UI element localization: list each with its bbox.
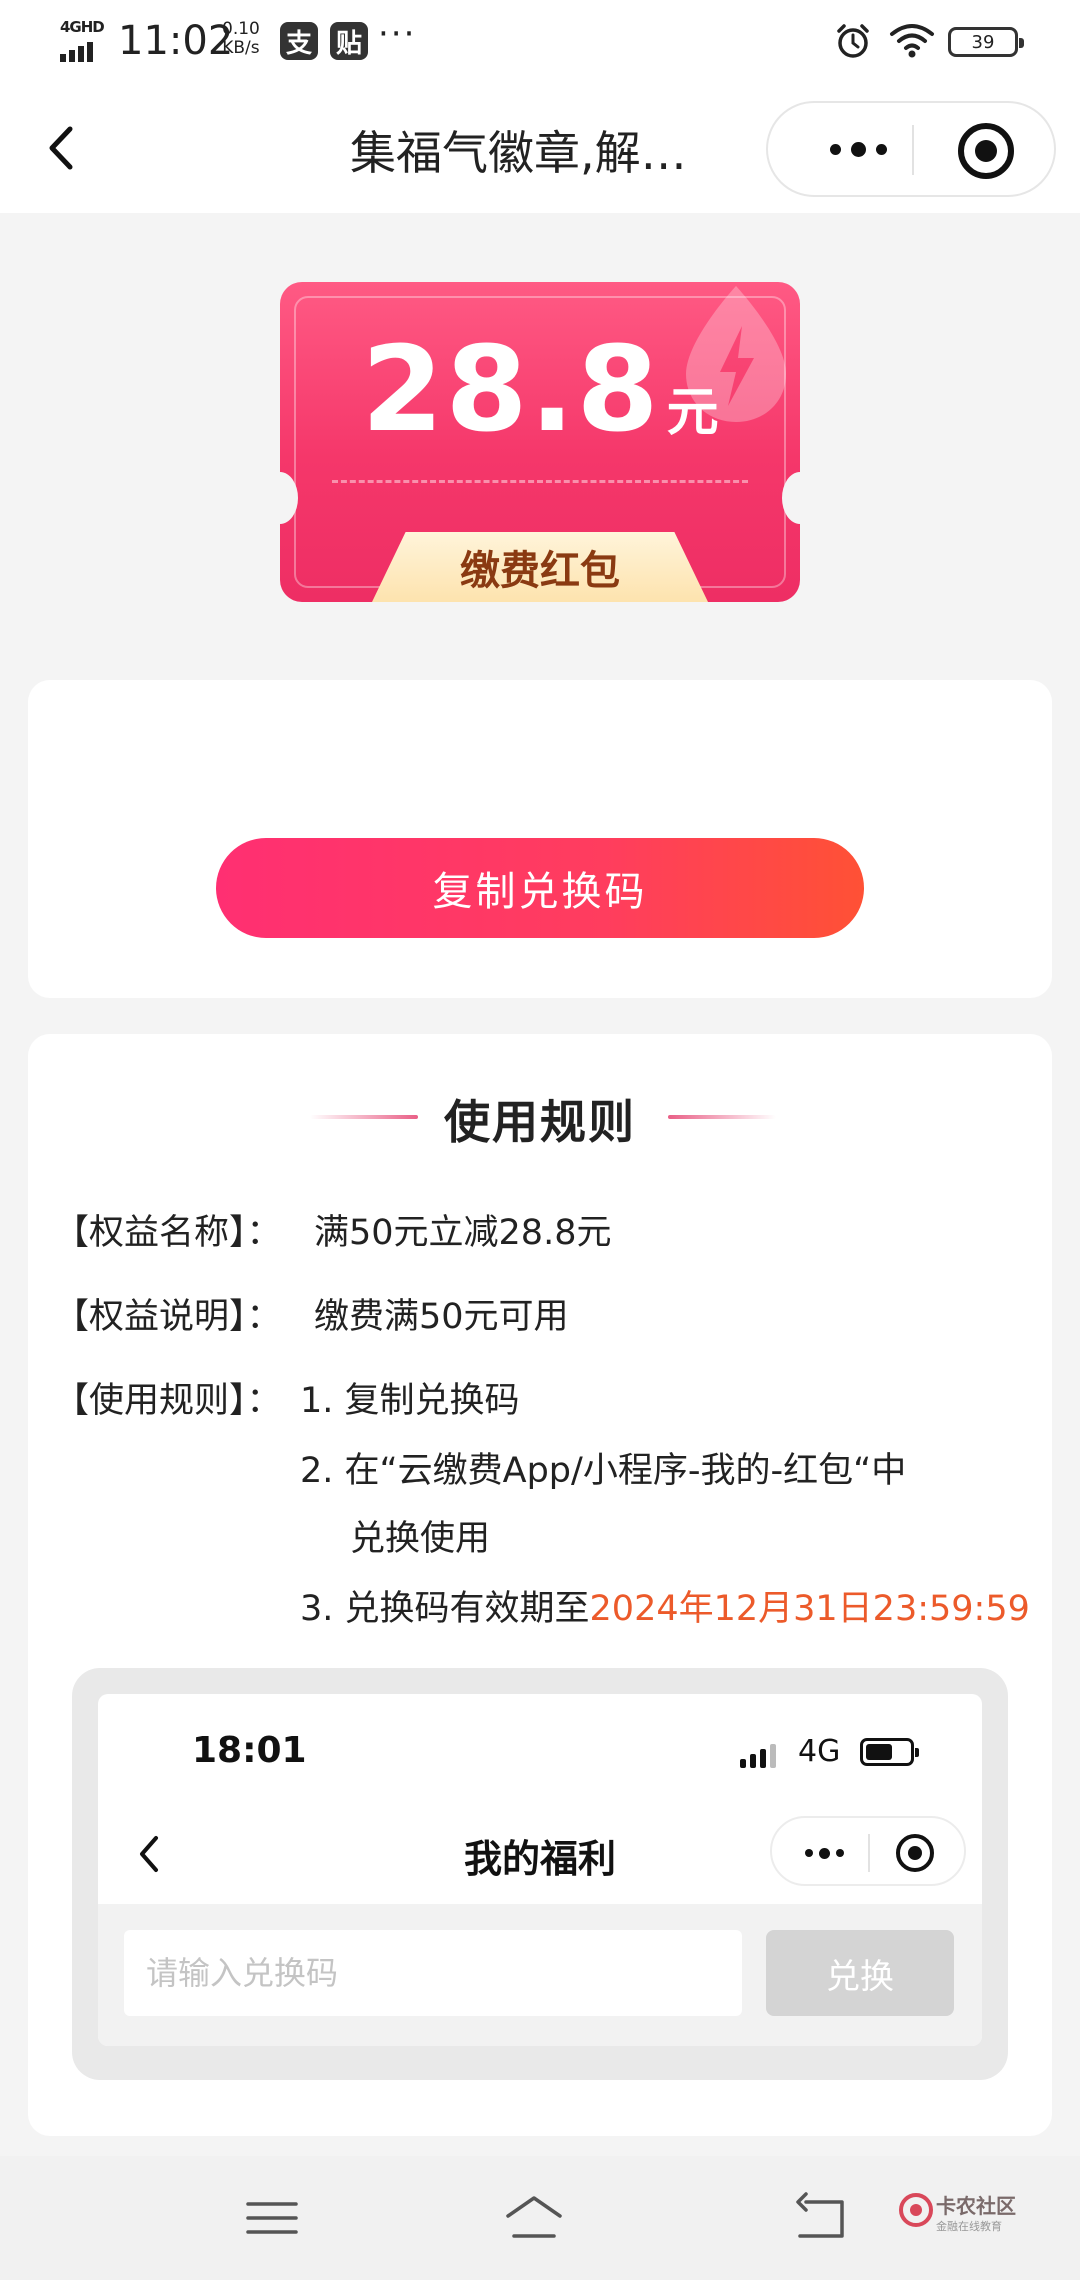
mini-program-capsule bbox=[766, 101, 1056, 197]
example-time: 18:01 bbox=[192, 1730, 307, 1771]
watermark: 卡农社区 金融在线教育 bbox=[898, 2186, 1048, 2256]
example-illustration: 18:01 4G 我的福利 兑换 bbox=[72, 1668, 1008, 2080]
rule-value: 满50元立减28.8元 bbox=[314, 1213, 612, 1253]
title-line-right bbox=[668, 1115, 776, 1119]
page-title: 集福气徽章,解… bbox=[350, 126, 687, 180]
battery-level: 39 bbox=[971, 31, 995, 53]
example-capsule-divider bbox=[868, 1834, 870, 1872]
close-target-icon[interactable] bbox=[958, 123, 1014, 179]
watermark-text: 卡农社区 bbox=[936, 2194, 1016, 2218]
speed-value: 0.10 bbox=[222, 19, 260, 39]
network-type: 4GHD bbox=[60, 18, 105, 36]
example-phone-screen: 18:01 4G 我的福利 兑换 bbox=[98, 1694, 982, 2046]
coupon-amount: 28.8 元 bbox=[280, 320, 800, 458]
example-battery-icon bbox=[860, 1738, 919, 1766]
example-close-icon bbox=[896, 1834, 934, 1872]
example-code-input bbox=[124, 1930, 742, 2016]
back-arrow-icon[interactable] bbox=[38, 115, 88, 181]
menu-icon[interactable] bbox=[242, 2190, 302, 2246]
signal-icon bbox=[60, 40, 93, 62]
alipay-notification-icon: 支 bbox=[280, 22, 318, 60]
rule-key: 【使用规则】： bbox=[54, 1381, 282, 1421]
capsule-divider bbox=[912, 125, 914, 175]
rules-header: 使用规则 bbox=[28, 1086, 1052, 1149]
wifi-icon bbox=[890, 24, 934, 58]
watermark-subtext: 金融在线教育 bbox=[936, 2220, 1002, 2233]
coupon-label: 缴费红包 bbox=[460, 548, 620, 594]
system-nav-bar: 卡农社区 金融在线教育 bbox=[0, 2156, 1080, 2280]
coupon-card: 28.8 元 缴费红包 bbox=[280, 282, 800, 602]
example-redeem-button: 兑换 bbox=[766, 1930, 954, 2016]
coupon-divider bbox=[332, 480, 748, 483]
rule-step-2-cont: 兑换使用 bbox=[350, 1519, 491, 1559]
tieba-notification-icon: 贴 bbox=[330, 22, 368, 60]
example-signal-icon bbox=[740, 1742, 776, 1768]
alarm-icon bbox=[837, 24, 869, 58]
rule-value: 缴费满50元可用 bbox=[314, 1297, 569, 1337]
copy-code-button[interactable]: 复制兑换码 bbox=[216, 838, 864, 938]
example-network: 4G bbox=[798, 1734, 841, 1769]
title-line-left bbox=[310, 1115, 418, 1119]
more-notifications: ··· bbox=[378, 14, 417, 54]
speed-unit: KB/s bbox=[222, 38, 260, 58]
rule-step-1: 1. 复制兑换码 bbox=[300, 1381, 520, 1421]
rule-benefit-desc: 【权益说明】： 缴费满50元可用 bbox=[28, 1288, 1052, 1338]
status-bar: 4GHD 11:02 0.10 KB/s 支 贴 ··· 39 bbox=[0, 0, 1080, 85]
example-more-icon bbox=[794, 1843, 854, 1863]
rules-card: 使用规则 【权益名称】： 满50元立减28.8元 【权益说明】： 缴费满50元可… bbox=[28, 1034, 1052, 2136]
example-capsule bbox=[770, 1816, 966, 1886]
more-dots-icon[interactable] bbox=[808, 129, 908, 169]
rule-step-2: 2. 在“云缴费App/小程序-我的-红包“中 bbox=[300, 1451, 907, 1491]
expiry-date: 2024年12月31日23:59:59 bbox=[589, 1589, 1030, 1629]
network-indicator: 4GHD bbox=[58, 18, 106, 62]
nav-bar: 集福气徽章,解… bbox=[0, 85, 1080, 213]
watermark-logo-icon bbox=[899, 2193, 933, 2227]
network-speed: 0.10 KB/s bbox=[222, 20, 260, 58]
rule-usage: 【使用规则】： 1. 复制兑换码 bbox=[28, 1372, 1052, 1422]
redeem-code-card: 复制兑换码 bbox=[28, 680, 1052, 998]
status-time: 11:02 bbox=[118, 18, 234, 64]
coupon-value: 28.8 bbox=[361, 320, 661, 458]
coupon-unit: 元 bbox=[666, 383, 719, 443]
home-icon[interactable] bbox=[504, 2190, 564, 2246]
rule-step-3-prefix: 3. 兑换码有效期至 bbox=[300, 1589, 590, 1629]
rule-key: 【权益说明】： bbox=[54, 1297, 282, 1337]
rule-benefit-name: 【权益名称】： 满50元立减28.8元 bbox=[28, 1204, 1052, 1254]
rule-key: 【权益名称】： bbox=[54, 1213, 282, 1253]
battery-icon: 39 bbox=[948, 27, 1024, 57]
rule-step-3: 3. 兑换码有效期至2024年12月31日23:59:59 bbox=[300, 1580, 1030, 1631]
rules-title: 使用规则 bbox=[444, 1095, 636, 1149]
return-icon[interactable] bbox=[792, 2190, 852, 2246]
